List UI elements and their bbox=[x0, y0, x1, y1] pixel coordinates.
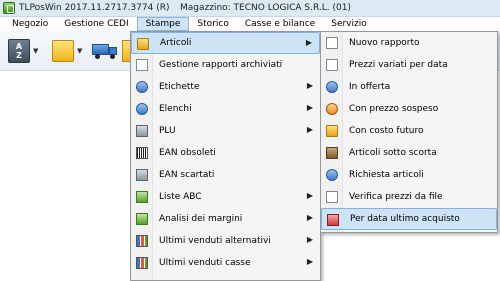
menu-storico[interactable]: Storico bbox=[189, 17, 236, 31]
menu-item-label: Prezzi variati per data bbox=[349, 60, 448, 70]
register-icon bbox=[136, 257, 148, 269]
stampe-item-elenchi[interactable]: Elenchi ▶ bbox=[131, 98, 320, 120]
app-icon bbox=[3, 2, 15, 14]
menu-item-label: EAN scartati bbox=[159, 170, 215, 180]
menu-item-label: Verifica prezzi da file bbox=[349, 192, 443, 202]
menu-item-label: Analisi dei margini bbox=[159, 214, 243, 224]
submenu-arrow-icon: ▶ bbox=[306, 81, 313, 90]
sort-az-icon: A Z bbox=[8, 39, 30, 63]
submenu-arrow-icon: ▶ bbox=[306, 103, 313, 112]
barcode-icon bbox=[136, 147, 148, 159]
articoli-item-in-offerta[interactable]: In offerta bbox=[321, 76, 497, 98]
stampe-item-ultimi-venduti-casse[interactable]: Ultimi venduti casse ▶ bbox=[131, 252, 320, 274]
box-icon bbox=[137, 38, 149, 50]
menu-item-label: Liste ABC bbox=[159, 192, 202, 202]
menu-item-label: PLU bbox=[159, 126, 176, 136]
articoli-item-data-ultimo-acquisto[interactable]: Per data ultimo acquisto bbox=[321, 208, 497, 230]
submenu-arrow-icon: ▶ bbox=[306, 257, 313, 266]
offer-icon bbox=[326, 81, 338, 93]
menu-item-label: Etichette bbox=[159, 82, 200, 92]
barcode-icon bbox=[136, 169, 148, 181]
stampe-item-ean-obsoleti[interactable]: EAN obsoleti bbox=[131, 142, 320, 164]
label-icon bbox=[136, 81, 148, 93]
stampe-item-articoli[interactable]: Articoli ▶ bbox=[131, 32, 320, 54]
submenu-arrow-icon: ▶ bbox=[306, 191, 313, 200]
archive-icon bbox=[136, 59, 148, 71]
suspended-price-icon bbox=[326, 103, 338, 115]
menu-item-label: Con prezzo sospeso bbox=[349, 104, 439, 114]
menu-item-label: In offerta bbox=[349, 82, 391, 92]
stampe-item-ultimi-venduti-alternativi[interactable]: Ultimi venduti alternativi ▶ bbox=[131, 230, 320, 252]
menu-bar: Negozio Gestione CEDI Stampe Storico Cas… bbox=[0, 17, 500, 31]
abc-list-icon bbox=[136, 191, 148, 203]
submenu-arrow-icon: ▶ bbox=[306, 213, 313, 222]
menu-negozio[interactable]: Negozio bbox=[4, 17, 56, 31]
menu-stampe[interactable]: Stampe bbox=[136, 17, 190, 31]
articoli-item-nuovo-rapporto[interactable]: Nuovo rapporto bbox=[321, 32, 497, 54]
articoli-item-verifica-prezzi[interactable]: Verifica prezzi da file bbox=[321, 186, 497, 208]
stampe-menu: Articoli ▶ Gestione rapporti archiviati … bbox=[130, 31, 321, 281]
articoli-item-prezzo-sospeso[interactable]: Con prezzo sospeso bbox=[321, 98, 497, 120]
delivery-button[interactable] bbox=[92, 37, 118, 65]
stampe-item-plu[interactable]: PLU ▶ bbox=[131, 120, 320, 142]
articoli-item-costo-futuro[interactable]: Con costo futuro bbox=[321, 120, 497, 142]
menu-item-label: Gestione rapporti archiviati bbox=[159, 60, 283, 70]
price-change-icon bbox=[326, 59, 338, 71]
stampe-item-gestione-rapporti[interactable]: Gestione rapporti archiviati bbox=[131, 54, 320, 76]
menu-servizio[interactable]: Servizio bbox=[323, 17, 375, 31]
low-stock-icon bbox=[326, 147, 338, 159]
menu-item-label: Per data ultimo acquisto bbox=[350, 214, 460, 224]
menu-item-label: Articoli bbox=[160, 38, 192, 48]
menu-item-label: Nuovo rapporto bbox=[349, 38, 420, 48]
stampe-item-liste-abc[interactable]: Liste ABC ▶ bbox=[131, 186, 320, 208]
future-cost-icon bbox=[326, 125, 338, 137]
menu-item-label: Con costo futuro bbox=[349, 126, 424, 136]
menu-gestione-cedi[interactable]: Gestione CEDI bbox=[56, 17, 136, 31]
new-report-icon bbox=[326, 37, 338, 49]
articoli-item-sotto-scorta[interactable]: Articoli sotto scorta bbox=[321, 142, 497, 164]
dropdown-arrow-icon[interactable]: ▼ bbox=[33, 47, 38, 55]
folder-icon bbox=[52, 40, 74, 62]
store-info: Magazzino: TECNO LOGICA S.R.L. (01) bbox=[180, 3, 351, 13]
submenu-arrow-icon: ▶ bbox=[306, 235, 313, 244]
menu-item-label: Articoli sotto scorta bbox=[349, 148, 437, 158]
truck-icon bbox=[92, 42, 118, 60]
articoli-submenu: Nuovo rapporto Prezzi variati per data I… bbox=[320, 31, 498, 233]
menu-item-label: Ultimi venduti casse bbox=[159, 258, 251, 268]
dropdown-arrow-icon[interactable]: ▼ bbox=[77, 47, 82, 55]
title-bar: TLPosWin 2017.11.2717.3774 (R) Magazzino… bbox=[0, 0, 500, 17]
folder-button[interactable]: ▼ bbox=[52, 37, 82, 65]
request-icon bbox=[326, 169, 338, 181]
submenu-arrow-icon: ▶ bbox=[306, 125, 313, 134]
sort-az-button[interactable]: A Z ▼ bbox=[8, 37, 38, 65]
menu-item-label: Richiesta articoli bbox=[349, 170, 424, 180]
stampe-item-ean-scartati[interactable]: EAN scartati bbox=[131, 164, 320, 186]
last-purchase-icon bbox=[327, 214, 339, 226]
list-icon bbox=[136, 103, 148, 115]
articoli-item-prezzi-variati[interactable]: Prezzi variati per data bbox=[321, 54, 497, 76]
menu-casse-e-bilance[interactable]: Casse e bilance bbox=[237, 17, 323, 31]
menu-item-label: Elenchi bbox=[159, 104, 192, 114]
menu-item-label: Ultimi venduti alternativi bbox=[159, 236, 271, 246]
window-title: TLPosWin 2017.11.2717.3774 (R) bbox=[19, 3, 170, 13]
sales-icon bbox=[136, 235, 148, 247]
menu-item-label: EAN obsoleti bbox=[159, 148, 216, 158]
margin-chart-icon bbox=[136, 213, 148, 225]
articoli-item-richiesta[interactable]: Richiesta articoli bbox=[321, 164, 497, 186]
plu-icon bbox=[136, 125, 148, 137]
stampe-item-analisi-margini[interactable]: Analisi dei margini ▶ bbox=[131, 208, 320, 230]
verify-file-icon bbox=[326, 191, 338, 203]
stampe-item-etichette[interactable]: Etichette ▶ bbox=[131, 76, 320, 98]
submenu-arrow-icon: ▶ bbox=[305, 38, 312, 47]
